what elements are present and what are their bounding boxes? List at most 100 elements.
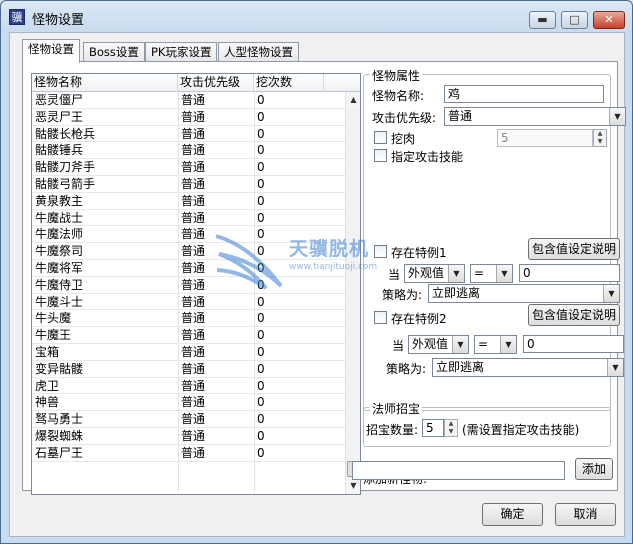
list-header: 怪物名称 攻击优先级 挖次数	[32, 74, 360, 92]
table-row[interactable]: 骷髅长枪兵 普通 0	[32, 126, 345, 143]
monster-name-field[interactable]: 鸡	[444, 85, 604, 103]
exception-2-attribute-select[interactable]: 外观值 ▼	[408, 335, 469, 354]
chevron-down-icon[interactable]: ▼	[607, 359, 623, 376]
exception-1-operator-select[interactable]: = ▼	[470, 264, 513, 283]
mage-summon-group: 法师招宝 招宝数量: 5 ▲ ▼ (需设置指定攻击技能)	[363, 400, 611, 447]
close-button[interactable]: ✕	[593, 11, 625, 29]
scroll-up-icon[interactable]: ▲	[346, 92, 360, 108]
table-row[interactable]: 骷髅刀斧手 普通 0	[32, 159, 345, 176]
priority-cell: 普通	[181, 160, 206, 175]
specify-skill-label: 指定攻击技能	[391, 150, 464, 164]
monster-name-cell: 恶灵尸王	[35, 109, 84, 124]
monster-name-cell: 恶灵僵尸	[35, 93, 84, 107]
column-header-dig-count[interactable]: 挖次数	[254, 74, 324, 92]
dig-meat-checkbox[interactable]	[374, 131, 387, 144]
exception-2-operator-select[interactable]: = ▼	[474, 335, 517, 354]
exception-1-help-button[interactable]: 包含值设定说明	[528, 238, 620, 260]
add-monster-field[interactable]	[352, 461, 565, 480]
summon-count-field[interactable]: 5	[422, 419, 444, 437]
exception-2-checkbox[interactable]	[374, 311, 387, 324]
table-row[interactable]: 恶灵僵尸 普通 0	[32, 92, 345, 109]
monster-name-cell: 骷髅锤兵	[35, 143, 84, 158]
dig-count-cell: 0	[257, 344, 265, 359]
minimize-button[interactable]: ▬	[529, 11, 556, 29]
dig-count-cell: 0	[257, 445, 265, 460]
chevron-down-icon[interactable]: ▼	[448, 265, 464, 282]
priority-cell: 普通	[181, 227, 206, 242]
exception-2-strategy-select[interactable]: 立即逃离 ▼	[432, 358, 624, 377]
exception-1-attribute-select[interactable]: 外观值 ▼	[404, 264, 465, 283]
exception-2-help-button[interactable]: 包含值设定说明	[528, 304, 620, 326]
table-row[interactable]: 牛魔王 普通 0	[32, 327, 345, 344]
tab-pk-player-settings[interactable]: PK玩家设置	[145, 42, 218, 62]
table-row[interactable]: 黄泉教主 普通 0	[32, 193, 345, 210]
chevron-down-icon[interactable]: ▼	[500, 336, 516, 353]
priority-cell: 普通	[181, 93, 206, 107]
monster-name-cell: 牛魔祭司	[35, 244, 84, 259]
priority-cell: 普通	[181, 361, 206, 376]
priority-cell: 普通	[181, 277, 206, 292]
ok-button[interactable]: 确定	[482, 503, 543, 526]
table-row[interactable]: 宝箱 普通 0	[32, 344, 345, 361]
monster-name-cell: 宝箱	[35, 344, 60, 359]
dig-count-cell: 0	[257, 93, 265, 107]
monster-name-cell: 变异骷髅	[35, 361, 84, 376]
cancel-button[interactable]: 取消	[555, 503, 616, 526]
chevron-down-icon[interactable]: ▼	[609, 108, 625, 125]
table-row[interactable]: 恶灵尸王 普通 0	[32, 109, 345, 126]
column-header-name[interactable]: 怪物名称	[32, 74, 178, 92]
table-row[interactable]: 牛魔将军 普通 0	[32, 260, 345, 277]
table-row[interactable]: 石墓尸王 普通 0	[32, 445, 345, 462]
priority-cell: 普通	[181, 126, 206, 141]
tab-boss-settings[interactable]: Boss设置	[83, 42, 145, 62]
table-row[interactable]: 牛魔战士 普通 0	[32, 210, 345, 227]
monster-name-cell: 骷髅长枪兵	[35, 126, 96, 141]
table-row[interactable]: 骷髅锤兵 普通 0	[32, 142, 345, 160]
chevron-down-icon[interactable]: ▼	[603, 285, 619, 302]
column-header-priority[interactable]: 攻击优先级	[178, 74, 254, 92]
exception-1-value-field[interactable]: 0	[519, 264, 620, 282]
title-bar[interactable]: 骥 怪物设置 ▬ □ ✕	[1, 1, 632, 31]
stepper-up-icon[interactable]: ▲	[594, 130, 606, 138]
priority-cell: 普通	[181, 244, 206, 259]
dig-count-stepper[interactable]: ▲ ▼	[593, 129, 607, 147]
monster-list[interactable]: 怪物名称 攻击优先级 挖次数 恶灵僵尸 普通 0 恶灵尸王 普通 0 骷髅长枪兵 普通 0 骷髅锤…	[31, 73, 361, 495]
specify-skill-checkbox[interactable]	[374, 149, 387, 162]
tab-humanoid-monster-settings[interactable]: 人型怪物设置	[218, 42, 299, 62]
table-row[interactable]: 驽马勇士 普通 0	[32, 411, 345, 428]
chevron-down-icon[interactable]: ▼	[496, 265, 512, 282]
maximize-button[interactable]: □	[561, 11, 588, 29]
stepper-up-icon[interactable]: ▲	[445, 420, 457, 428]
exception-1-operator-value: =	[474, 266, 485, 280]
stepper-down-icon[interactable]: ▼	[445, 428, 457, 436]
table-row[interactable]: 牛魔斗士 普通 0	[32, 294, 345, 311]
group-title-mage: 法师招宝	[370, 400, 423, 417]
table-row[interactable]: 骷髅弓箭手 普通 0	[32, 176, 345, 193]
chevron-down-icon[interactable]: ▼	[452, 336, 468, 353]
table-row[interactable]: 变异骷髅 普通 0	[32, 361, 345, 378]
priority-cell: 普通	[181, 294, 206, 309]
table-row[interactable]: 牛魔法师 普通 0	[32, 226, 345, 244]
exception-2-value-field[interactable]: 0	[523, 335, 624, 353]
dig-count-field[interactable]: 5	[497, 129, 593, 147]
scroll-down-icon[interactable]: ▼	[346, 478, 360, 494]
attack-priority-select[interactable]: 普通 ▼	[444, 107, 626, 126]
monster-name-cell: 黄泉教主	[35, 193, 84, 208]
table-row[interactable]: 爆裂蜘蛛 普通 0	[32, 428, 345, 445]
dig-count-cell: 0	[257, 109, 265, 124]
table-row[interactable]: 牛头魔 普通 0	[32, 310, 345, 328]
table-row[interactable]: 牛魔祭司 普通 0	[32, 243, 345, 260]
stepper-down-icon[interactable]: ▼	[594, 138, 606, 146]
exception-1-strategy-select[interactable]: 立即逃离 ▼	[428, 284, 620, 303]
table-row[interactable]: 神兽 普通 0	[32, 394, 345, 412]
table-row[interactable]: 牛魔侍卫 普通 0	[32, 277, 345, 294]
summon-count-stepper[interactable]: ▲ ▼	[444, 419, 458, 437]
add-monster-button[interactable]: 添加	[575, 458, 613, 480]
list-scrollbar[interactable]: ▲ ▼	[345, 92, 360, 494]
table-row[interactable]: 虎卫 普通 0	[32, 378, 345, 395]
tab-monster-settings[interactable]: 怪物设置	[22, 39, 80, 63]
dig-count-cell: 0	[257, 361, 265, 376]
tab-panel-monster-settings: 怪物名称 攻击优先级 挖次数 恶灵僵尸 普通 0 恶灵尸王 普通 0 骷髅长枪兵 普通 0 骷髅锤…	[22, 61, 626, 495]
exception-1-checkbox[interactable]	[374, 245, 387, 258]
priority-cell: 普通	[181, 210, 206, 225]
